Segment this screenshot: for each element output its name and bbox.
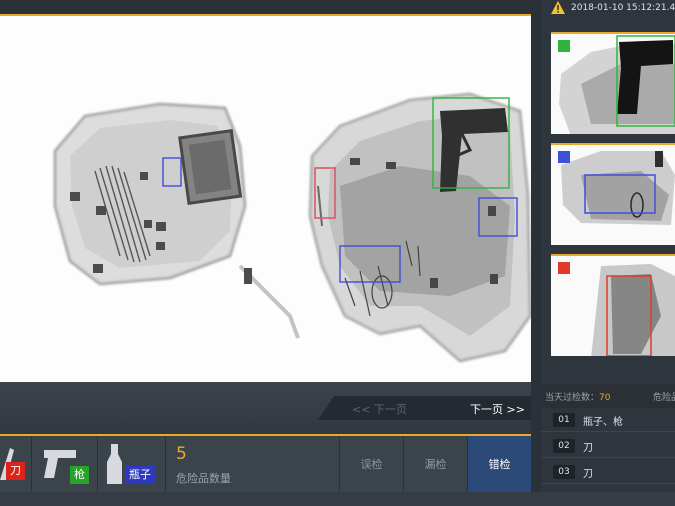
category-bottle[interactable]: 瓶子 xyxy=(98,436,166,492)
status-header: 2018-01-10 15:12:21.4 xyxy=(541,0,675,18)
thumbnail-knife[interactable] xyxy=(551,254,675,356)
category-gun-label: 枪 xyxy=(70,466,89,484)
detection-number: 03 xyxy=(553,465,575,479)
detection-number: 01 xyxy=(553,413,575,427)
category-gun[interactable]: 枪 xyxy=(32,436,98,492)
right-bag-scan xyxy=(308,92,531,363)
detection-text: 瓶子、枪 xyxy=(583,417,623,428)
daily-count-value: 70 xyxy=(599,393,611,403)
detection-list-item[interactable]: 01 瓶子、枪 xyxy=(541,408,675,432)
prev-page-button[interactable]: << 下一页 xyxy=(352,401,407,417)
daily-stats: 当天过检数：70 危险品 xyxy=(541,384,675,408)
xray-main-view[interactable] xyxy=(0,14,531,382)
detection-list-item[interactable]: 02 刀 xyxy=(541,434,675,458)
category-knife[interactable]: 刀 xyxy=(0,436,32,492)
left-bag-scan xyxy=(54,102,300,339)
detection-text: 刀 xyxy=(583,443,593,454)
thumbnail-gun[interactable] xyxy=(551,32,675,134)
xray-scan-image xyxy=(54,92,531,363)
app-root: << 下一页 下一页 >> 刀 枪 瓶子 5 危险品数量 误检 漏检 错检 20… xyxy=(0,0,675,506)
thumbnail-bottle[interactable] xyxy=(551,143,675,245)
false-detection-button[interactable]: 误检 xyxy=(339,436,403,492)
datetime: 2018-01-10 15:12:21.4 xyxy=(571,3,675,13)
right-panel: 2018-01-10 15:12:21.4 当天过检数：70 危险 01 瓶子、… xyxy=(541,0,675,492)
hazard-stats-label: 危险品 xyxy=(653,393,675,403)
missed-detection-button[interactable]: 漏检 xyxy=(403,436,467,492)
thumbnail-bottle-marker xyxy=(558,151,570,163)
pager-bar: << 下一页 下一页 >> xyxy=(0,382,531,434)
thumbnail-knife-marker xyxy=(558,262,570,274)
hazard-count-label: 危险品数量 xyxy=(176,472,231,485)
bottom-strip xyxy=(0,492,675,506)
detection-text: 刀 xyxy=(583,469,593,480)
detection-number: 02 xyxy=(553,439,575,453)
wrong-detection-button[interactable]: 错检 xyxy=(467,436,531,492)
next-page-button[interactable]: 下一页 >> xyxy=(470,401,525,417)
daily-count-label: 当天过检数：70 xyxy=(545,393,611,403)
hazard-count: 5 xyxy=(176,444,187,464)
detection-list-item[interactable]: 03 刀 xyxy=(541,460,675,484)
warning-icon xyxy=(551,1,565,14)
category-knife-label: 刀 xyxy=(6,462,25,480)
bottom-toolbar: 刀 枪 瓶子 5 危险品数量 误检 漏检 错检 xyxy=(0,434,531,492)
thumbnail-gun-marker xyxy=(558,40,570,52)
hazard-count-box: 5 危险品数量 xyxy=(166,436,336,492)
category-bottle-label: 瓶子 xyxy=(125,466,155,484)
